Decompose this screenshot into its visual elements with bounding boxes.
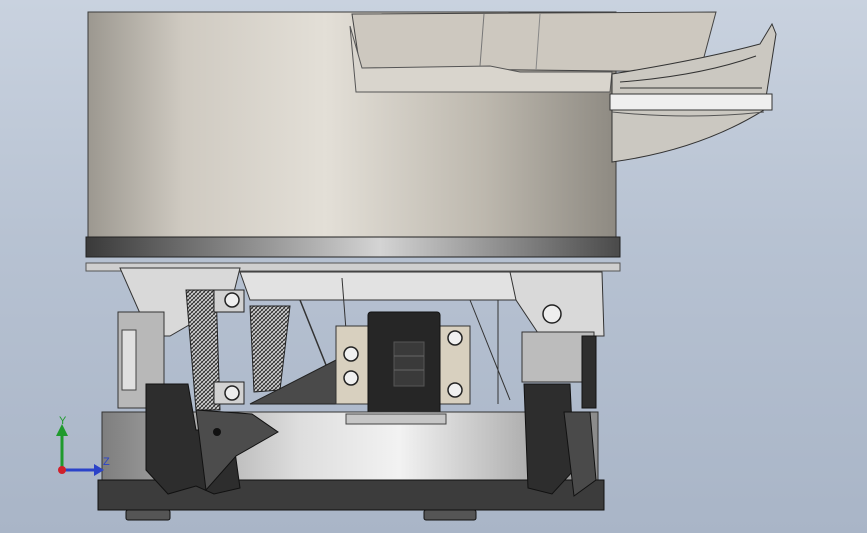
model-render <box>56 11 777 521</box>
triad-y-label: Y <box>59 415 67 427</box>
triad-z-label: Z <box>103 456 110 468</box>
bowl-base-ring <box>85 236 621 258</box>
electromagnet <box>335 311 471 423</box>
x-axis-origin <box>58 466 66 474</box>
coordinate-triad <box>56 424 104 476</box>
cad-viewport[interactable]: Y Z <box>0 0 867 533</box>
